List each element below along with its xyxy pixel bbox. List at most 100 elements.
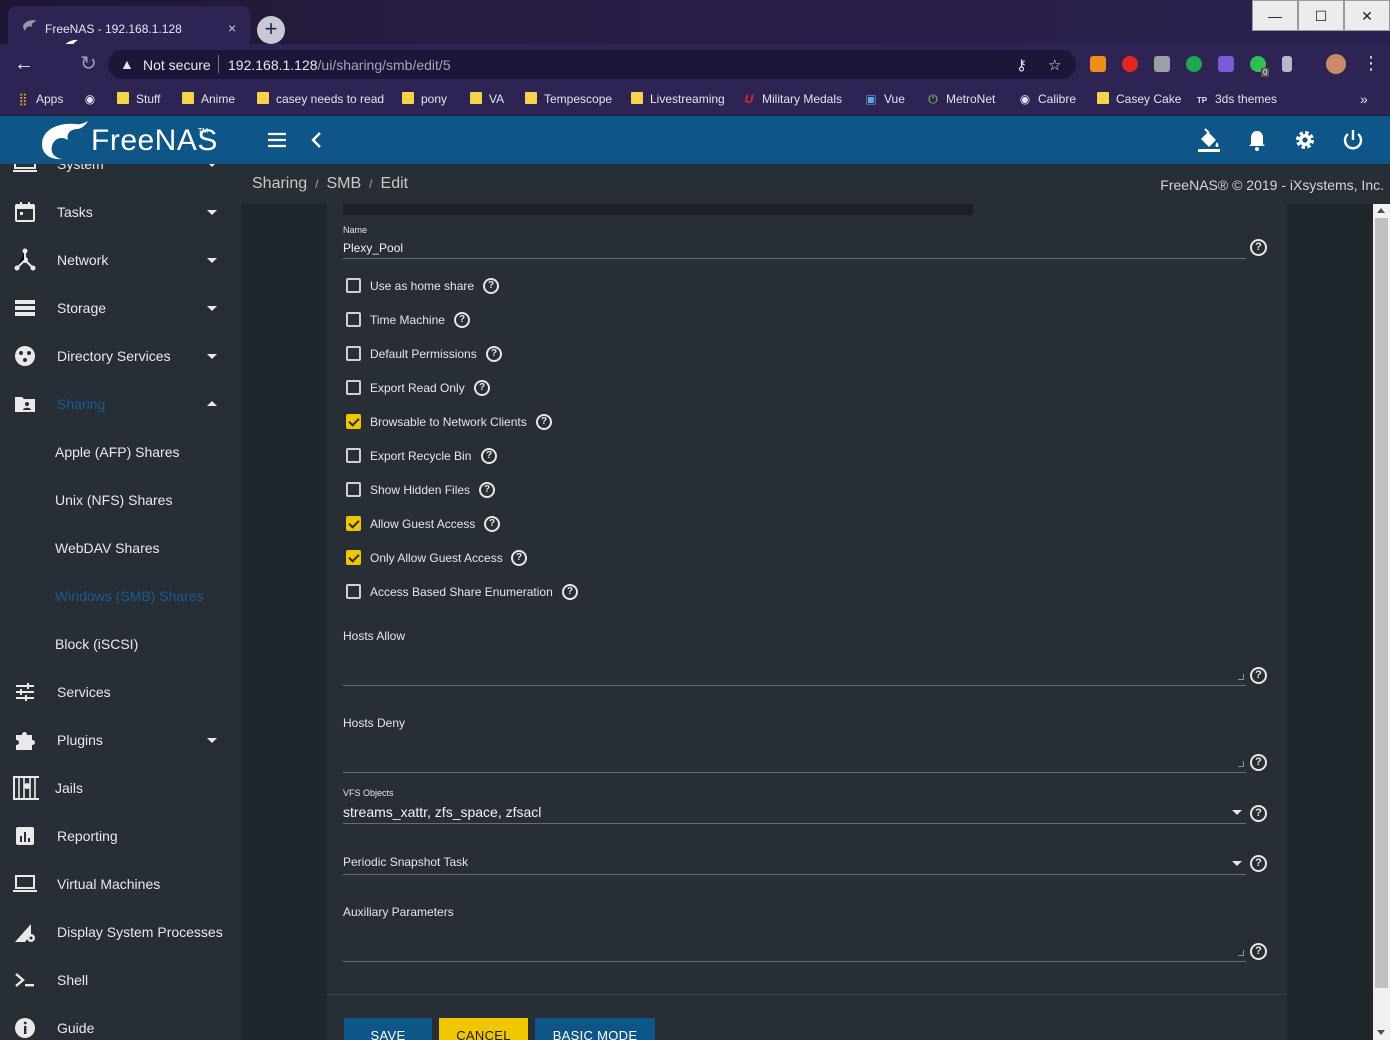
bookmark-apps[interactable]: ⣿ Apps [16,90,64,108]
bookmark-military-medals[interactable]: U Military Medals [742,90,842,108]
hosts-deny-help-icon[interactable]: ? [1250,754,1267,771]
checkbox-box-checked[interactable] [346,516,361,531]
bookmark-pony[interactable]: pony [402,90,447,108]
sidebar-item-services[interactable]: Services [0,668,241,716]
help-icon[interactable]: ? [486,346,502,362]
sidebar-item-virtual-machines[interactable]: Virtual Machines [0,860,241,908]
vfs-help-icon[interactable]: ? [1250,805,1267,822]
checkbox-box[interactable] [346,380,361,395]
sidebar-subitem-afp[interactable]: Apple (AFP) Shares [0,428,241,476]
checkbox-box[interactable] [346,312,361,327]
bookmark-globe[interactable]: ◉ [83,90,103,108]
bookmark-metronet[interactable]: ⏻ MetroNet [926,90,995,108]
sidebar-item-plugins[interactable]: Plugins [0,716,241,764]
key-icon[interactable]: ⚷ [1016,56,1027,74]
cancel-button[interactable]: CANCEL [439,1018,528,1040]
adblock-extension-icon[interactable] [1122,56,1138,72]
name-input[interactable]: Plexy_Pool [343,241,403,255]
sidebar-item-sharing[interactable]: Sharing [0,380,241,428]
breadcrumb-sharing[interactable]: Sharing [252,175,307,192]
bookmarks-overflow-icon[interactable]: » [1360,90,1368,108]
vfs-objects-select[interactable]: streams_xattr, zfs_space, zfsacl [343,804,541,820]
hosts-allow-help-icon[interactable]: ? [1250,667,1267,684]
window-close-button[interactable]: ✕ [1344,0,1390,31]
help-icon[interactable]: ? [481,448,497,464]
bookmark-stuff[interactable]: Stuff [117,90,160,108]
textarea-resize-handle[interactable] [1238,674,1244,680]
checkbox-box[interactable] [346,584,361,599]
settings-gear-icon[interactable] [1293,128,1317,152]
aux-help-icon[interactable]: ? [1250,943,1267,960]
checkbox-box[interactable] [346,448,361,463]
reload-icon[interactable]: ↻ [80,54,97,74]
reader-extension-icon[interactable] [1154,56,1170,72]
picture-extension-icon[interactable] [1218,56,1234,72]
snapshot-help-icon[interactable]: ? [1250,855,1267,872]
name-help-icon[interactable]: ? [1250,239,1267,256]
sidebar-item-network[interactable]: Network [0,236,241,284]
sidebar-subitem-iscsi[interactable]: Block (iSCSI) [0,620,241,668]
notifications-bell-icon[interactable] [1245,128,1269,152]
sidebar-item-shell[interactable]: Shell [0,956,241,1004]
bookmark-tempescope[interactable]: Tempescope [525,90,612,108]
sidebar-item-directory-services[interactable]: Directory Services [0,332,241,380]
theme-paint-bucket-icon[interactable] [1196,127,1222,153]
sidebar-item-display-system-processes[interactable]: Display System Processes [0,908,241,956]
help-icon[interactable]: ? [536,414,552,430]
sidebar-item-storage[interactable]: Storage [0,284,241,332]
dropdown-arrow-icon[interactable] [1232,810,1242,815]
dropdown-arrow-icon[interactable] [1232,861,1242,866]
help-icon[interactable]: ? [484,516,500,532]
browser-menu-icon[interactable]: ⋮ [1362,53,1380,73]
scroll-down-arrow-icon[interactable] [1377,1030,1385,1035]
help-icon[interactable]: ? [483,278,499,294]
profile-avatar[interactable] [1326,54,1346,74]
location-extension-icon[interactable] [1186,56,1202,72]
browser-tab[interactable]: FreeNAS - 192.168.1.128 × [8,6,250,44]
breadcrumb-smb[interactable]: SMB [327,175,362,192]
bookmark-casey-cake[interactable]: Casey Cake [1097,90,1181,108]
checkbox-box-checked[interactable] [346,414,361,429]
basic-mode-button[interactable]: BASIC MODE [535,1018,655,1040]
bookmark-va[interactable]: VA [470,90,504,108]
new-tab-button[interactable]: + [257,16,285,44]
checkbox-box[interactable] [346,482,361,497]
checkbox-box[interactable] [346,346,361,361]
bookmark-livestreaming[interactable]: Livestreaming [631,90,725,108]
help-icon[interactable]: ? [562,584,578,600]
window-maximize-button[interactable]: ☐ [1298,0,1344,31]
bookmark-calibre[interactable]: ◉ Calibre [1018,90,1076,108]
sidebar-subitem-nfs[interactable]: Unix (NFS) Shares [0,476,241,524]
window-minimize-button[interactable]: — [1252,0,1298,31]
sidebar-item-jails[interactable]: Jails [0,764,241,812]
page-scrollbar[interactable] [1373,204,1390,1040]
checkbox-box[interactable] [346,278,361,293]
hamburger-menu-icon[interactable] [265,128,289,152]
help-icon[interactable]: ? [474,380,490,396]
sidebar-item-system[interactable]: System [0,164,241,188]
sidebar-item-reporting[interactable]: Reporting [0,812,241,860]
bookmark-3ds-themes[interactable]: TP 3ds themes [1195,90,1277,108]
textarea-resize-handle[interactable] [1238,950,1244,956]
scrollbar-thumb[interactable] [1375,218,1388,988]
bookmark-star-icon[interactable]: ☆ [1048,56,1061,74]
rss-extension-icon[interactable] [1090,56,1106,72]
help-icon[interactable]: ? [511,550,527,566]
address-bar[interactable]: ▲ Not secure 192.168.1.128/ui/sharing/sm… [108,50,1076,79]
textarea-resize-handle[interactable] [1238,761,1244,767]
bookmark-vue[interactable]: ▣ Vue [864,90,905,108]
tab-close-icon[interactable]: × [228,20,236,36]
back-arrow-icon[interactable]: ← [14,54,34,74]
bookmark-anime[interactable]: Anime [182,90,235,108]
bookmark-casey-needs-to-read[interactable]: casey needs to read [257,90,384,108]
scroll-up-arrow-icon[interactable] [1377,208,1385,213]
checkbox-box-checked[interactable] [346,550,361,565]
sidebar-subitem-webdav[interactable]: WebDAV Shares [0,524,241,572]
sidebar-item-guide[interactable]: Guide [0,1004,241,1040]
power-icon[interactable] [1341,128,1365,152]
help-icon[interactable]: ? [479,482,495,498]
collapse-chevron-left-icon[interactable] [305,128,329,152]
music-extension-icon[interactable] [1282,56,1292,72]
help-icon[interactable]: ? [454,312,470,328]
sidebar-item-tasks[interactable]: Tasks [0,188,241,236]
